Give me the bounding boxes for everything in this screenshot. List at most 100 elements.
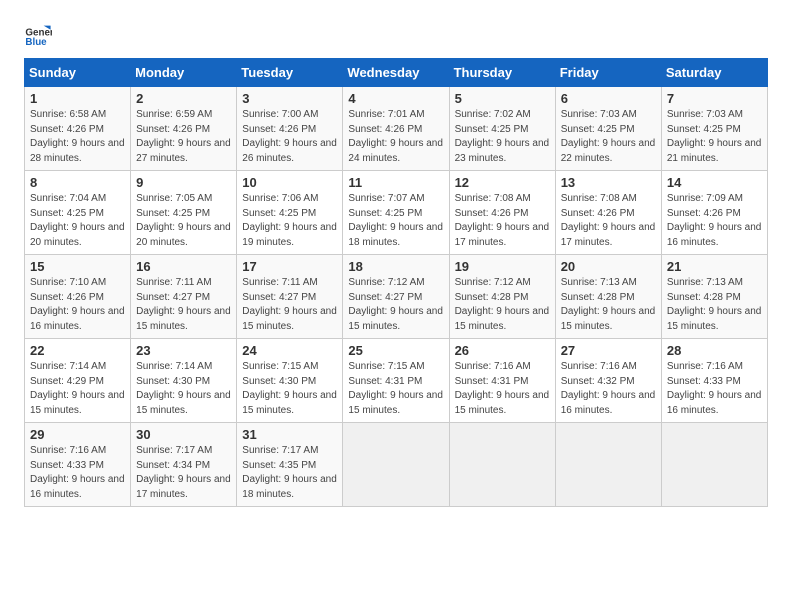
calendar-week-row: 29 Sunrise: 7:16 AMSunset: 4:33 PMDaylig… (25, 423, 768, 507)
day-info: Sunrise: 7:16 AMSunset: 4:31 PMDaylight:… (455, 361, 550, 416)
header-cell-tuesday: Tuesday (237, 59, 343, 87)
svg-text:Blue: Blue (25, 37, 47, 48)
day-number: 18 (348, 259, 444, 274)
day-number: 31 (242, 427, 338, 442)
logo: General Blue (24, 20, 52, 48)
day-number: 26 (455, 343, 551, 358)
calendar-cell: 2 Sunrise: 6:59 AMSunset: 4:26 PMDayligh… (131, 87, 237, 171)
calendar-cell: 26 Sunrise: 7:16 AMSunset: 4:31 PMDaylig… (449, 339, 555, 423)
day-info: Sunrise: 7:11 AMSunset: 4:27 PMDaylight:… (136, 277, 231, 332)
logo-icon: General Blue (24, 20, 52, 48)
calendar-cell: 27 Sunrise: 7:16 AMSunset: 4:32 PMDaylig… (555, 339, 661, 423)
day-number: 6 (561, 91, 657, 106)
day-number: 24 (242, 343, 338, 358)
calendar-cell: 22 Sunrise: 7:14 AMSunset: 4:29 PMDaylig… (25, 339, 131, 423)
calendar-cell: 3 Sunrise: 7:00 AMSunset: 4:26 PMDayligh… (237, 87, 343, 171)
day-number: 7 (667, 91, 763, 106)
calendar-cell: 11 Sunrise: 7:07 AMSunset: 4:25 PMDaylig… (343, 171, 449, 255)
page-header: General Blue (24, 20, 768, 48)
day-info: Sunrise: 7:09 AMSunset: 4:26 PMDaylight:… (667, 193, 762, 248)
day-info: Sunrise: 7:05 AMSunset: 4:25 PMDaylight:… (136, 193, 231, 248)
day-info: Sunrise: 6:59 AMSunset: 4:26 PMDaylight:… (136, 109, 231, 164)
calendar-cell: 24 Sunrise: 7:15 AMSunset: 4:30 PMDaylig… (237, 339, 343, 423)
calendar-week-row: 15 Sunrise: 7:10 AMSunset: 4:26 PMDaylig… (25, 255, 768, 339)
day-info: Sunrise: 7:14 AMSunset: 4:29 PMDaylight:… (30, 361, 125, 416)
day-info: Sunrise: 7:14 AMSunset: 4:30 PMDaylight:… (136, 361, 231, 416)
day-number: 2 (136, 91, 232, 106)
day-number: 3 (242, 91, 338, 106)
day-info: Sunrise: 7:16 AMSunset: 4:33 PMDaylight:… (667, 361, 762, 416)
day-info: Sunrise: 7:02 AMSunset: 4:25 PMDaylight:… (455, 109, 550, 164)
day-number: 17 (242, 259, 338, 274)
day-info: Sunrise: 7:15 AMSunset: 4:31 PMDaylight:… (348, 361, 443, 416)
calendar-week-row: 22 Sunrise: 7:14 AMSunset: 4:29 PMDaylig… (25, 339, 768, 423)
day-number: 30 (136, 427, 232, 442)
calendar-cell: 5 Sunrise: 7:02 AMSunset: 4:25 PMDayligh… (449, 87, 555, 171)
calendar-cell: 19 Sunrise: 7:12 AMSunset: 4:28 PMDaylig… (449, 255, 555, 339)
day-number: 23 (136, 343, 232, 358)
day-info: Sunrise: 7:07 AMSunset: 4:25 PMDaylight:… (348, 193, 443, 248)
header-cell-wednesday: Wednesday (343, 59, 449, 87)
calendar-cell: 10 Sunrise: 7:06 AMSunset: 4:25 PMDaylig… (237, 171, 343, 255)
day-number: 9 (136, 175, 232, 190)
header-cell-monday: Monday (131, 59, 237, 87)
day-info: Sunrise: 7:01 AMSunset: 4:26 PMDaylight:… (348, 109, 443, 164)
calendar-cell: 6 Sunrise: 7:03 AMSunset: 4:25 PMDayligh… (555, 87, 661, 171)
calendar-cell: 14 Sunrise: 7:09 AMSunset: 4:26 PMDaylig… (661, 171, 767, 255)
day-number: 28 (667, 343, 763, 358)
calendar-cell: 17 Sunrise: 7:11 AMSunset: 4:27 PMDaylig… (237, 255, 343, 339)
calendar-cell: 23 Sunrise: 7:14 AMSunset: 4:30 PMDaylig… (131, 339, 237, 423)
calendar-week-row: 8 Sunrise: 7:04 AMSunset: 4:25 PMDayligh… (25, 171, 768, 255)
day-info: Sunrise: 7:03 AMSunset: 4:25 PMDaylight:… (667, 109, 762, 164)
day-info: Sunrise: 7:03 AMSunset: 4:25 PMDaylight:… (561, 109, 656, 164)
day-info: Sunrise: 7:11 AMSunset: 4:27 PMDaylight:… (242, 277, 337, 332)
day-info: Sunrise: 7:08 AMSunset: 4:26 PMDaylight:… (561, 193, 656, 248)
calendar-body: 1 Sunrise: 6:58 AMSunset: 4:26 PMDayligh… (25, 87, 768, 507)
header-cell-sunday: Sunday (25, 59, 131, 87)
day-info: Sunrise: 7:16 AMSunset: 4:33 PMDaylight:… (30, 445, 125, 500)
header-cell-saturday: Saturday (661, 59, 767, 87)
calendar-cell (555, 423, 661, 507)
day-number: 4 (348, 91, 444, 106)
calendar-cell: 8 Sunrise: 7:04 AMSunset: 4:25 PMDayligh… (25, 171, 131, 255)
day-number: 15 (30, 259, 126, 274)
day-number: 13 (561, 175, 657, 190)
day-number: 14 (667, 175, 763, 190)
calendar-cell: 31 Sunrise: 7:17 AMSunset: 4:35 PMDaylig… (237, 423, 343, 507)
header-cell-thursday: Thursday (449, 59, 555, 87)
calendar-cell: 16 Sunrise: 7:11 AMSunset: 4:27 PMDaylig… (131, 255, 237, 339)
day-number: 20 (561, 259, 657, 274)
calendar-table: SundayMondayTuesdayWednesdayThursdayFrid… (24, 58, 768, 507)
day-info: Sunrise: 7:17 AMSunset: 4:34 PMDaylight:… (136, 445, 231, 500)
day-number: 22 (30, 343, 126, 358)
calendar-cell: 18 Sunrise: 7:12 AMSunset: 4:27 PMDaylig… (343, 255, 449, 339)
calendar-week-row: 1 Sunrise: 6:58 AMSunset: 4:26 PMDayligh… (25, 87, 768, 171)
day-number: 8 (30, 175, 126, 190)
day-info: Sunrise: 7:13 AMSunset: 4:28 PMDaylight:… (561, 277, 656, 332)
calendar-cell: 20 Sunrise: 7:13 AMSunset: 4:28 PMDaylig… (555, 255, 661, 339)
calendar-cell: 25 Sunrise: 7:15 AMSunset: 4:31 PMDaylig… (343, 339, 449, 423)
calendar-cell: 12 Sunrise: 7:08 AMSunset: 4:26 PMDaylig… (449, 171, 555, 255)
calendar-cell: 15 Sunrise: 7:10 AMSunset: 4:26 PMDaylig… (25, 255, 131, 339)
calendar-cell: 30 Sunrise: 7:17 AMSunset: 4:34 PMDaylig… (131, 423, 237, 507)
day-number: 16 (136, 259, 232, 274)
day-number: 12 (455, 175, 551, 190)
calendar-cell (661, 423, 767, 507)
day-number: 25 (348, 343, 444, 358)
day-info: Sunrise: 7:06 AMSunset: 4:25 PMDaylight:… (242, 193, 337, 248)
calendar-cell: 9 Sunrise: 7:05 AMSunset: 4:25 PMDayligh… (131, 171, 237, 255)
calendar-cell (449, 423, 555, 507)
day-number: 27 (561, 343, 657, 358)
day-info: Sunrise: 6:58 AMSunset: 4:26 PMDaylight:… (30, 109, 125, 164)
day-info: Sunrise: 7:00 AMSunset: 4:26 PMDaylight:… (242, 109, 337, 164)
calendar-cell: 29 Sunrise: 7:16 AMSunset: 4:33 PMDaylig… (25, 423, 131, 507)
calendar-header: SundayMondayTuesdayWednesdayThursdayFrid… (25, 59, 768, 87)
day-info: Sunrise: 7:17 AMSunset: 4:35 PMDaylight:… (242, 445, 337, 500)
day-info: Sunrise: 7:16 AMSunset: 4:32 PMDaylight:… (561, 361, 656, 416)
calendar-cell: 1 Sunrise: 6:58 AMSunset: 4:26 PMDayligh… (25, 87, 131, 171)
day-number: 1 (30, 91, 126, 106)
day-info: Sunrise: 7:04 AMSunset: 4:25 PMDaylight:… (30, 193, 125, 248)
day-number: 21 (667, 259, 763, 274)
day-number: 11 (348, 175, 444, 190)
day-info: Sunrise: 7:10 AMSunset: 4:26 PMDaylight:… (30, 277, 125, 332)
